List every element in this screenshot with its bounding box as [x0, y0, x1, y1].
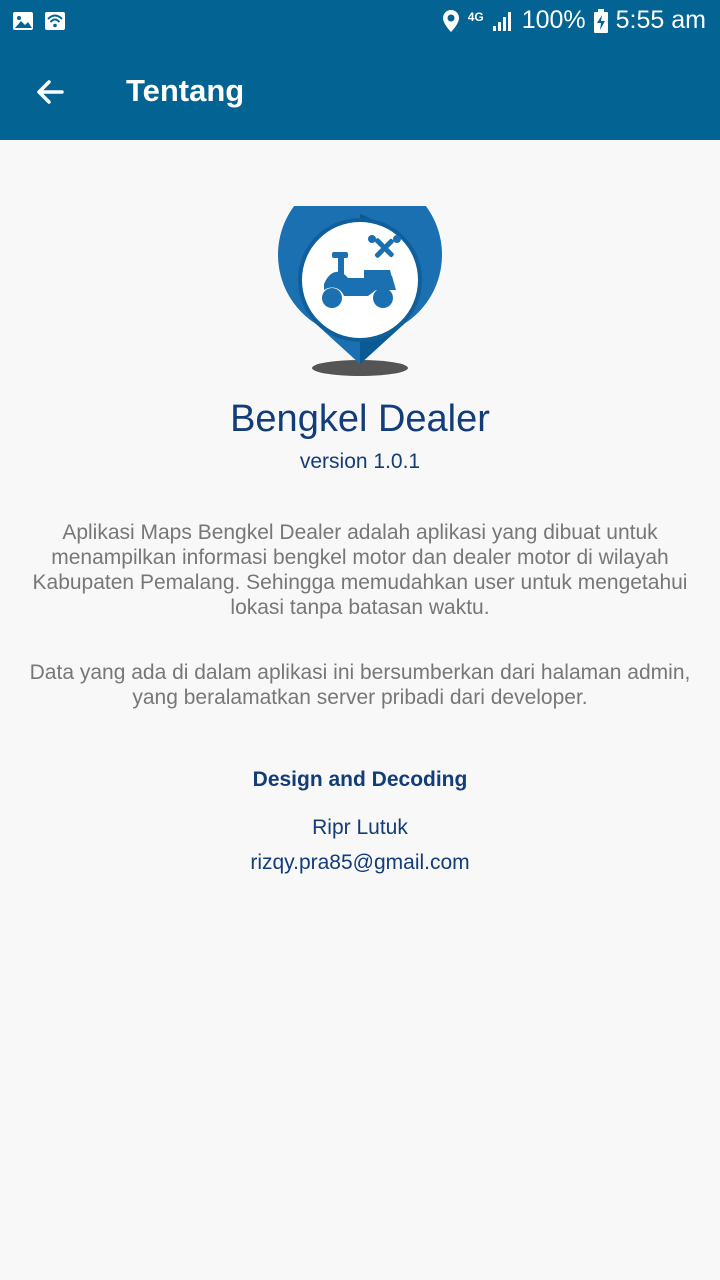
app-bar: Tentang — [0, 44, 720, 140]
back-button[interactable] — [26, 68, 74, 116]
signal-icon — [492, 11, 511, 31]
author-email: rizqy.pra85@gmail.com — [250, 851, 470, 874]
author-name: Ripr Lutuk — [312, 816, 408, 839]
app-name: Bengkel Dealer — [230, 398, 490, 440]
app-logo — [278, 206, 442, 376]
status-bar: 4G 100% 5:55 am — [0, 0, 720, 44]
battery-charging-icon — [593, 8, 608, 33]
clock: 5:55 am — [615, 6, 706, 34]
image-icon — [13, 12, 33, 30]
credit-heading: Design and Decoding — [252, 768, 468, 791]
app-version: version 1.0.1 — [299, 450, 421, 473]
battery-percent: 100% — [521, 6, 586, 34]
location-icon — [442, 9, 459, 32]
wifi-icon — [45, 12, 65, 30]
data-source-description: Data yang ada di dalam aplikasi ini bers… — [29, 661, 691, 709]
page-title: Tentang — [126, 73, 245, 108]
app-description: Aplikasi Maps Bengkel Dealer adalah apli… — [32, 521, 688, 619]
network-type-label: 4G — [467, 9, 484, 24]
arrow-back-icon — [37, 80, 64, 104]
